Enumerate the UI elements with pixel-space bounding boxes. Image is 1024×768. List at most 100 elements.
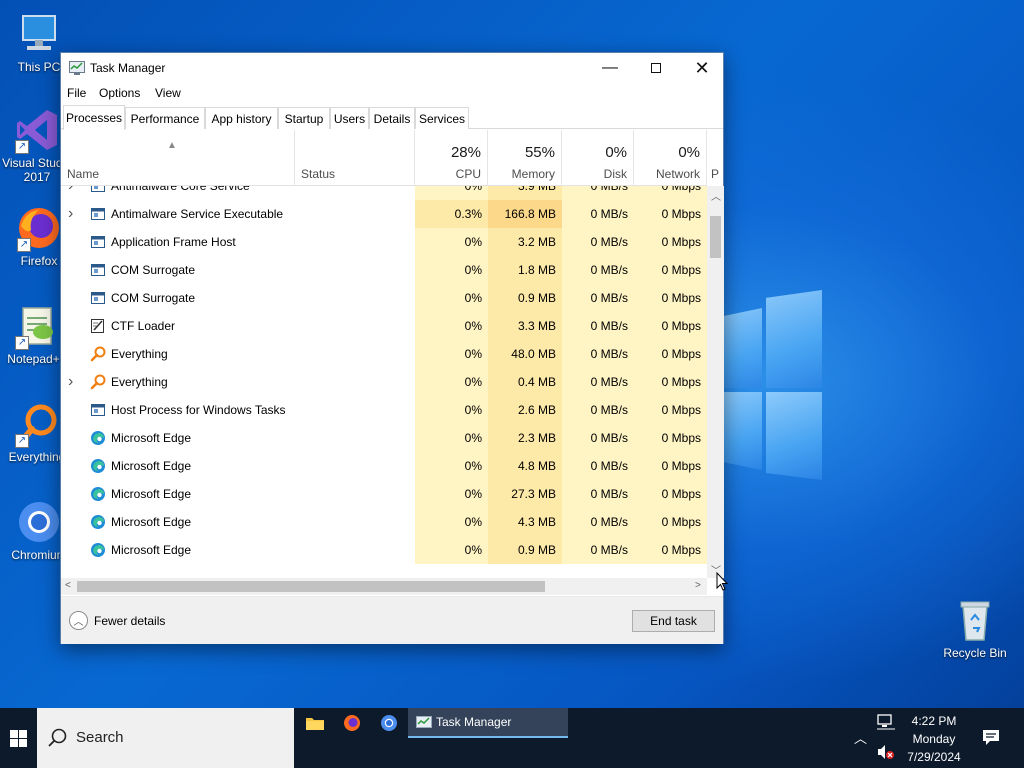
chevron-up-icon[interactable]: ︿ [69,611,88,630]
chromium-taskbar-button[interactable] [371,708,407,738]
chevron-right-icon[interactable]: › [68,200,73,228]
close-button[interactable]: ✕ [679,53,725,83]
windows-logo-light [716,290,826,480]
action-center-button[interactable] [982,728,1000,749]
process-cpu-value: 0% [464,431,482,445]
process-memory-value: 4.8 MB [517,459,556,473]
edge-icon [90,430,106,446]
maximize-button[interactable] [633,53,679,83]
start-button[interactable] [0,708,37,768]
process-network-value: 0 Mbps [661,459,701,473]
taskbar-search-box[interactable]: Search [37,708,294,768]
scroll-left-icon[interactable]: < [65,580,71,591]
process-memory-value: 0.9 MB [517,543,556,557]
end-task-button[interactable]: End task [632,610,715,632]
tab-label: Performance [130,111,200,126]
volume-muted-icon[interactable] [877,744,895,763]
column-header-memory[interactable]: 55% Memory [488,130,562,186]
process-memory-value: 0.4 MB [517,375,556,389]
table-row[interactable]: Microsoft Edge 0% 4.3 MB 0 MB/s 0 Mbps [61,508,707,536]
table-row[interactable]: Microsoft Edge 0% 0.9 MB 0 MB/s 0 Mbps [61,536,707,564]
service-window-icon [90,262,106,278]
tab-details[interactable]: Details [369,107,415,129]
file-explorer-button[interactable] [297,708,333,738]
vertical-scroll-thumb[interactable] [710,216,721,258]
process-memory-value: 3.3 MB [517,319,556,333]
network-icon[interactable] [877,714,895,733]
table-row[interactable]: › Antimalware Service Executable 0.3% 166.8… [61,200,707,228]
firefox-taskbar-button[interactable] [334,708,370,738]
horizontal-scrollbar[interactable]: < > [61,578,707,595]
desktop-icon-recycle-bin[interactable]: Recycle Bin [938,596,1012,660]
taskbar-app-label: Task Manager [436,715,512,729]
notepad-plus-plus-icon: ↗ [13,302,61,350]
menu-options[interactable]: Options [99,86,140,100]
process-memory-value: 0.9 MB [517,291,556,305]
table-row[interactable]: Everything 0% 48.0 MB 0 MB/s 0 Mbps [61,340,707,368]
title-bar[interactable]: Task Manager — ✕ [61,53,723,83]
process-network-value: 0 Mbps [661,291,701,305]
edge-icon [90,486,106,502]
show-hidden-icons-chevron-icon[interactable]: ︿ [854,728,867,747]
end-task-label: End task [650,614,697,628]
scroll-up-icon[interactable]: ︿ [711,188,721,203]
horizontal-scroll-thumb[interactable] [77,581,545,592]
monitor-icon [15,10,63,58]
process-cpu-value: 0% [464,319,482,333]
sort-ascending-icon: ▲ [167,140,177,151]
fewer-details-link[interactable]: Fewer details [94,614,165,628]
process-disk-value: 0 MB/s [590,319,628,333]
process-network-value: 0 Mbps [661,487,701,501]
process-name: Antimalware Core Service [111,186,250,193]
process-disk-value: 0 MB/s [590,347,628,361]
table-row[interactable]: Application Frame Host 0% 3.2 MB 0 MB/s 0 Mb… [61,228,707,256]
column-header-disk[interactable]: 0% Disk [562,130,634,186]
chevron-right-icon[interactable]: › [68,186,73,200]
mouse-cursor-icon [716,571,729,595]
table-row[interactable]: Microsoft Edge 0% 2.3 MB 0 MB/s 0 Mbps [61,424,707,452]
column-label: Name [67,167,100,181]
desktop-icon-label: This PC [17,60,61,74]
process-list: › Antimalware Core Service 0% 3.9 MB 0 MB/s 0… [61,186,707,578]
table-row[interactable]: › Everything 0% 0.4 MB 0 MB/s 0 Mbps [61,368,707,396]
tab-users[interactable]: Users [330,107,369,129]
column-header-name[interactable]: ▲ Name [61,130,295,186]
table-row[interactable]: CTF Loader 0% 3.3 MB 0 MB/s 0 Mbps [61,312,707,340]
process-network-value: 0 Mbps [661,375,701,389]
column-header-power[interactable]: P [707,130,725,186]
search-icon [48,728,67,747]
table-row[interactable]: Host Process for Windows Tasks 0% 2.6 MB 0 … [61,396,707,424]
table-row[interactable]: COM Surrogate 0% 1.8 MB 0 MB/s 0 Mbps [61,256,707,284]
table-row[interactable]: Microsoft Edge 0% 4.8 MB 0 MB/s 0 Mbps [61,452,707,480]
clock-time: 4:22 PM [911,714,957,728]
taskbar-clock[interactable]: 4:22 PM Monday 7/29/2024 [904,712,964,766]
column-header-cpu[interactable]: 28% CPU [415,130,488,186]
table-row[interactable]: COM Surrogate 0% 0.9 MB 0 MB/s 0 Mbps [61,284,707,312]
chevron-right-icon[interactable]: › [68,368,73,396]
footer-bar: ︿ Fewer details End task [61,596,723,644]
tab-app-history[interactable]: App history [205,107,278,129]
taskbar-task-manager-button[interactable]: Task Manager [408,708,568,738]
windows-start-icon [10,729,27,747]
column-header-network[interactable]: 0% Network [634,130,707,186]
everything-search-icon [90,346,106,362]
process-disk-value: 0 MB/s [590,403,628,417]
scroll-right-icon[interactable]: > [695,580,701,591]
tab-startup[interactable]: Startup [278,107,330,129]
process-name: Microsoft Edge [111,543,192,557]
process-disk-value: 0 MB/s [590,375,628,389]
table-row[interactable]: › Antimalware Core Service 0% 3.9 MB 0 MB/s 0… [61,186,707,200]
ctf-loader-icon [90,318,106,334]
tab-label: Users [333,111,366,126]
tab-performance[interactable]: Performance [125,107,205,129]
process-cpu-value: 0% [464,487,482,501]
tab-services[interactable]: Services [415,107,469,129]
vertical-scrollbar[interactable]: ︿ ﹀ [707,186,724,578]
tab-processes[interactable]: Processes [63,105,125,130]
column-header-status[interactable]: Status [295,130,415,186]
process-network-value: 0 Mbps [661,347,701,361]
table-row[interactable]: Microsoft Edge 0% 27.3 MB 0 MB/s 0 Mbps [61,480,707,508]
minimize-button[interactable]: — [587,53,633,83]
menu-file[interactable]: File [67,86,86,100]
menu-view[interactable]: View [155,86,181,100]
